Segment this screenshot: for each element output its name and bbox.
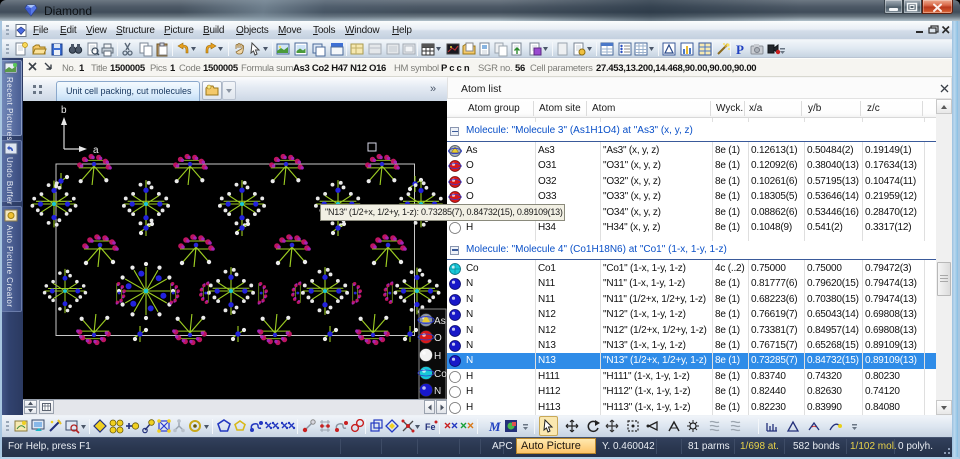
svg-text:a: a bbox=[93, 145, 99, 156]
svg-text:N: N bbox=[434, 386, 441, 397]
svg-text:M: M bbox=[488, 419, 501, 434]
svg-text:O: O bbox=[434, 333, 442, 344]
svg-text:Fe: Fe bbox=[425, 422, 436, 432]
svg-text:H: H bbox=[434, 351, 441, 362]
svg-text:As: As bbox=[434, 316, 446, 327]
svg-text:b: b bbox=[61, 105, 67, 116]
svg-text:Co: Co bbox=[434, 369, 447, 380]
svg-text:P: P bbox=[736, 42, 744, 57]
